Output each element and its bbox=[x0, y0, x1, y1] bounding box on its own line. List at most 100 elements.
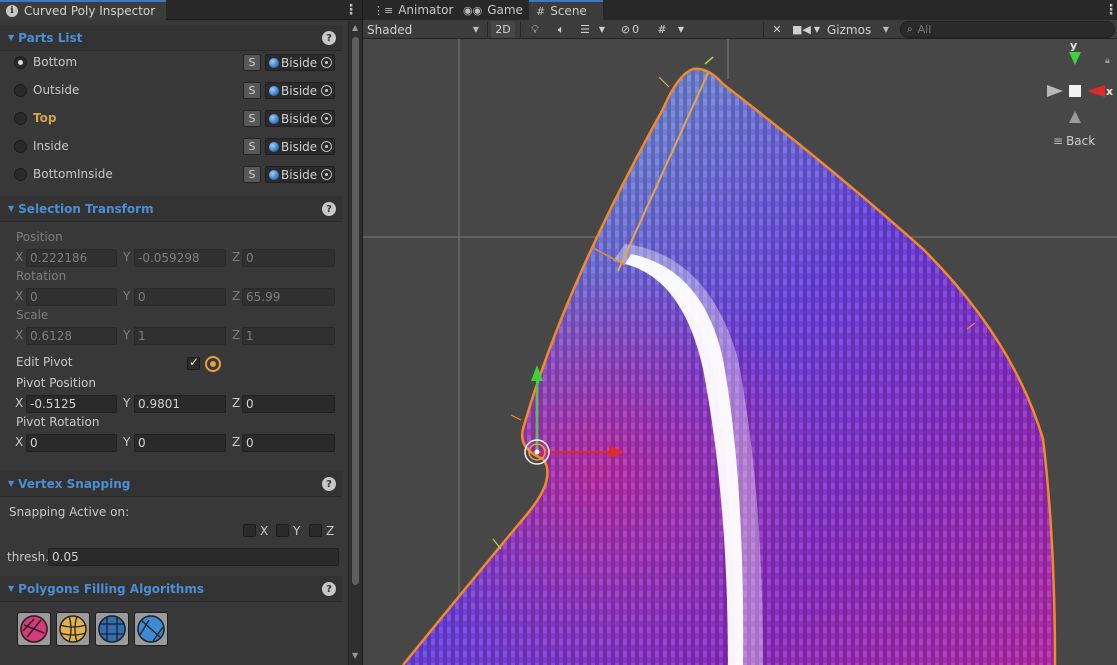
position-y-field[interactable]: -0.059298 bbox=[134, 249, 226, 267]
part-row-outside[interactable]: Outside S Biside bbox=[0, 77, 342, 105]
gizmos-dropdown[interactable]: Gizmos ▼ bbox=[823, 20, 893, 39]
scrollbar-thumb[interactable] bbox=[352, 37, 359, 585]
gizmo-center-cube[interactable] bbox=[1069, 85, 1081, 97]
gizmo-x-cone[interactable] bbox=[1087, 85, 1105, 97]
scroll-down-icon[interactable]: ▼ bbox=[352, 651, 358, 660]
scroll-up-icon[interactable]: ▲ bbox=[352, 23, 358, 32]
parts-list-header[interactable]: ▼ Parts List ? bbox=[0, 25, 342, 51]
pivot-position-y-field[interactable]: 0.9801 bbox=[134, 395, 226, 413]
algorithm-pink-button[interactable] bbox=[17, 612, 51, 646]
object-picker-icon[interactable] bbox=[321, 141, 332, 152]
chevron-down-icon[interactable]: ▼ bbox=[675, 21, 687, 38]
pivot-target-icon[interactable] bbox=[205, 356, 221, 372]
snap-z-checkbox[interactable] bbox=[309, 524, 322, 537]
vertex-snapping-header[interactable]: ▼ Vertex Snapping ? bbox=[0, 471, 342, 497]
rotation-z-field[interactable]: 65.99 bbox=[242, 288, 335, 306]
scale-x-field[interactable]: 0.6128 bbox=[26, 327, 117, 345]
help-icon[interactable]: ? bbox=[322, 31, 336, 45]
part-s-button[interactable]: S bbox=[243, 138, 261, 155]
toggle-2d-button[interactable]: 2D bbox=[491, 21, 515, 38]
axis-z-label: Z bbox=[232, 396, 241, 410]
gizmo-neg-x-cone[interactable] bbox=[1047, 85, 1063, 97]
object-picker-icon[interactable] bbox=[321, 57, 332, 68]
inspector-scrollbar[interactable]: ▲ ▼ bbox=[348, 21, 362, 665]
algorithm-blue-button[interactable] bbox=[95, 612, 129, 646]
help-icon[interactable]: ? bbox=[322, 202, 336, 216]
part-radio[interactable] bbox=[14, 168, 27, 181]
axis-x-label: X bbox=[15, 435, 24, 449]
camera-icon[interactable]: ■◀ ▼ bbox=[791, 21, 821, 38]
part-radio[interactable] bbox=[14, 84, 27, 97]
pivot-rotation-x-field[interactable]: 0 bbox=[26, 434, 117, 452]
hidden-objects-button[interactable]: ⊘ 0 bbox=[616, 21, 644, 38]
polygons-filling-header[interactable]: ▼ Polygons Filling Algorithms ? bbox=[0, 576, 342, 602]
part-row-inside[interactable]: Inside S Biside bbox=[0, 133, 342, 161]
pivot-rotation-y-field[interactable]: 0 bbox=[134, 434, 226, 452]
snap-x-checkbox[interactable] bbox=[243, 524, 256, 537]
orientation-gizmo[interactable]: y x 🔒︎ bbox=[1047, 39, 1113, 123]
tab-curved-poly-inspector[interactable]: i Curved Poly Inspector bbox=[0, 0, 166, 20]
scene-viewport[interactable]: y x 🔒︎ ≡ Back bbox=[363, 39, 1117, 665]
view-back-button[interactable]: ≡ Back bbox=[1053, 134, 1095, 148]
edit-pivot-checkbox[interactable] bbox=[187, 355, 200, 370]
algorithm-lightblue-button[interactable] bbox=[134, 612, 168, 646]
lock-icon[interactable]: 🔒︎ bbox=[1105, 56, 1110, 66]
object-picker-icon[interactable] bbox=[321, 113, 332, 124]
part-radio[interactable] bbox=[14, 56, 27, 69]
help-icon[interactable]: ? bbox=[322, 582, 336, 596]
position-z-field[interactable]: 0 bbox=[242, 249, 335, 267]
part-radio[interactable] bbox=[14, 140, 27, 153]
rotation-y-field[interactable]: 0 bbox=[134, 288, 226, 306]
help-icon[interactable]: ? bbox=[322, 477, 336, 491]
part-s-button[interactable]: S bbox=[243, 54, 261, 71]
part-side-field[interactable]: Biside bbox=[265, 82, 335, 99]
chevron-down-icon[interactable]: ▼ bbox=[596, 21, 608, 38]
scale-y-field[interactable]: 1 bbox=[134, 327, 226, 345]
part-row-bottominside[interactable]: BottomInside S Biside bbox=[0, 161, 342, 189]
scene-search-input[interactable]: ⌕ All bbox=[900, 21, 1115, 38]
pivot-rotation-z-field[interactable]: 0 bbox=[242, 434, 335, 452]
object-picker-icon[interactable] bbox=[321, 169, 332, 180]
gizmo-neg-y-cone[interactable] bbox=[1069, 111, 1081, 123]
grid-icon[interactable]: # bbox=[652, 21, 672, 38]
thresh-field[interactable]: 0.05 bbox=[48, 548, 339, 566]
part-side-field[interactable]: Biside bbox=[265, 54, 335, 71]
effects-icon[interactable]: ☰ bbox=[575, 21, 595, 38]
curved-poly-mesh[interactable] bbox=[402, 56, 1057, 665]
axis-x-label: X bbox=[15, 250, 24, 264]
panel-menu-icon[interactable]: ⋮ bbox=[1104, 3, 1117, 17]
scene-canvas[interactable]: y x 🔒︎ bbox=[363, 39, 1117, 665]
pivot-position-x-field[interactable]: -0.5125 bbox=[26, 395, 117, 413]
tab-game[interactable]: ◉◉ Game bbox=[461, 0, 529, 20]
snap-z-label: Z bbox=[326, 524, 335, 538]
audio-icon[interactable]: 🔈︎ bbox=[550, 21, 572, 38]
part-side-field[interactable]: Biside bbox=[265, 166, 335, 183]
shading-mode-dropdown[interactable]: Shaded ▼ bbox=[363, 20, 483, 39]
tab-animator[interactable]: ⋮≡ Animator bbox=[369, 0, 459, 20]
part-row-top[interactable]: Top S Biside bbox=[0, 105, 342, 133]
tools-icon[interactable]: ✕ bbox=[767, 21, 787, 38]
snap-y-checkbox[interactable] bbox=[276, 524, 289, 537]
object-picker-icon[interactable] bbox=[321, 85, 332, 96]
scale-z-field[interactable]: 1 bbox=[242, 327, 335, 345]
gizmo-y-cone[interactable] bbox=[1069, 52, 1081, 65]
pivot-position-z-field[interactable]: 0 bbox=[242, 395, 335, 413]
algorithm-yellow-button[interactable] bbox=[56, 612, 90, 646]
part-side-field[interactable]: Biside bbox=[265, 110, 335, 127]
tab-scene[interactable]: # Scene bbox=[529, 0, 603, 20]
part-row-bottom[interactable]: Bottom S Biside bbox=[0, 49, 342, 77]
part-radio[interactable] bbox=[14, 112, 27, 125]
panel-menu-icon[interactable]: ⋮ bbox=[344, 3, 358, 17]
selection-transform-header[interactable]: ▼ Selection Transform ? bbox=[0, 196, 342, 222]
snapping-active-label: Snapping Active on: bbox=[9, 505, 130, 519]
edit-pivot-label: Edit Pivot bbox=[16, 355, 73, 369]
lighting-icon[interactable]: 💡︎ bbox=[524, 21, 546, 38]
tab-label: Scene bbox=[550, 4, 587, 18]
part-s-button[interactable]: S bbox=[243, 110, 261, 127]
rotation-x-field[interactable]: 0 bbox=[26, 288, 117, 306]
part-s-button[interactable]: S bbox=[243, 166, 261, 183]
part-s-button[interactable]: S bbox=[243, 82, 261, 99]
section-title: Vertex Snapping bbox=[18, 476, 131, 491]
position-x-field[interactable]: 0.222186 bbox=[26, 249, 117, 267]
part-side-field[interactable]: Biside bbox=[265, 138, 335, 155]
